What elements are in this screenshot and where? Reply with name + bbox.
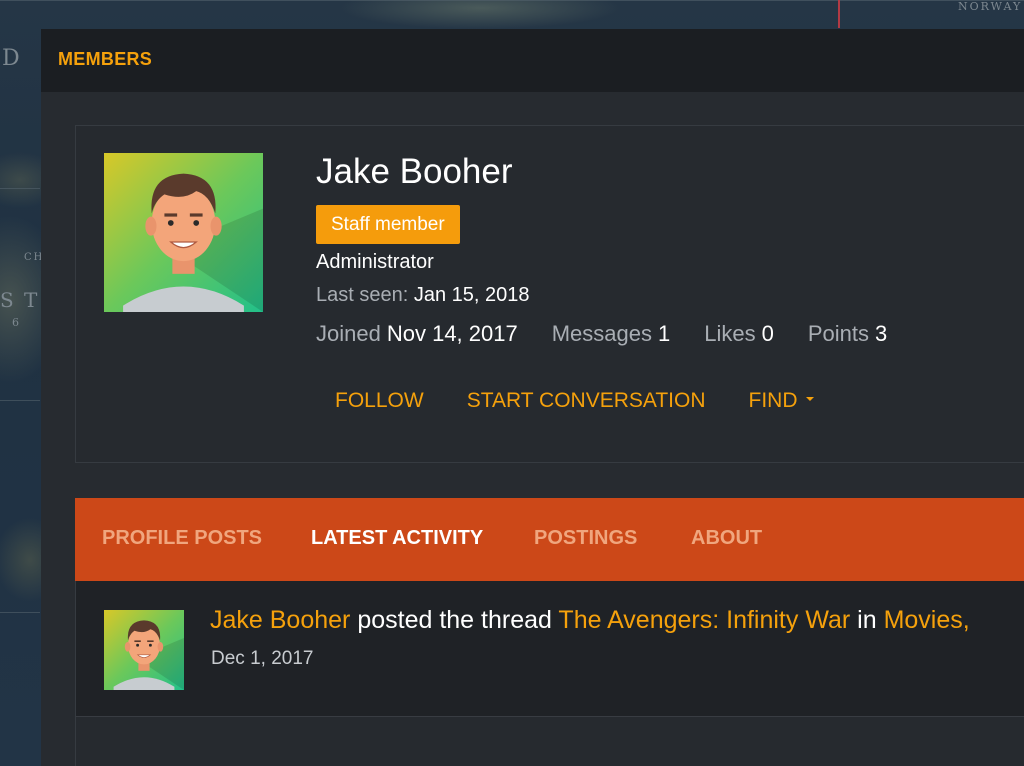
stat-joined: Joined Nov 14, 2017 bbox=[316, 321, 518, 347]
members-window: MEMBERS Jake Booher Staff member Adminis… bbox=[41, 29, 1024, 766]
map-border-line bbox=[838, 0, 840, 28]
activity-item: Jake Booher posted the thread The Avenge… bbox=[75, 581, 1024, 717]
tab-latest-activity[interactable]: LATEST ACTIVITY bbox=[311, 527, 483, 550]
avatar[interactable] bbox=[104, 153, 263, 312]
profile-actions: FOLLOW START CONVERSATION FIND bbox=[335, 389, 857, 413]
stat-label: Joined bbox=[316, 321, 381, 346]
stat-value: Nov 14, 2017 bbox=[386, 321, 518, 346]
staff-badge: Staff member bbox=[316, 205, 460, 244]
tab-about[interactable]: ABOUT bbox=[691, 527, 762, 550]
map-grid-line bbox=[0, 612, 40, 613]
profile-card: Jake Booher Staff member Administrator L… bbox=[75, 125, 1024, 463]
map-grid-line bbox=[0, 0, 1024, 1]
map-grid-line bbox=[0, 188, 40, 189]
last-seen-value: Jan 15, 2018 bbox=[413, 284, 530, 306]
find-label: FIND bbox=[748, 389, 798, 412]
profile-tabs: PROFILE POSTS LATEST ACTIVITY POSTINGS A… bbox=[75, 498, 1024, 581]
activity-user-link[interactable]: Jake Booher bbox=[210, 606, 350, 634]
map-label: S T bbox=[0, 288, 40, 312]
user-role: Administrator bbox=[316, 251, 434, 273]
tab-profile-posts[interactable]: PROFILE POSTS bbox=[102, 527, 262, 550]
window-header: MEMBERS bbox=[41, 29, 1024, 92]
stat-likes[interactable]: Likes 0 bbox=[704, 321, 774, 347]
activity-date: Dec 1, 2017 bbox=[211, 648, 314, 669]
stat-points[interactable]: Points 3 bbox=[808, 321, 887, 347]
stat-value: 1 bbox=[658, 321, 671, 346]
follow-button[interactable]: FOLLOW bbox=[335, 389, 424, 413]
forum-link[interactable]: Movies, bbox=[884, 606, 970, 634]
profile-stats: Joined Nov 14, 2017 Messages 1 Likes 0 Poin… bbox=[316, 321, 921, 347]
window-title: MEMBERS bbox=[58, 49, 153, 69]
thread-link[interactable]: The Avengers: Infinity War bbox=[558, 606, 850, 634]
stat-label: Points bbox=[807, 321, 870, 346]
activity-list-footer bbox=[75, 717, 1024, 766]
activity-verb: posted the thread bbox=[350, 606, 559, 634]
profile-name: Jake Booher bbox=[316, 152, 513, 191]
map-label: D bbox=[2, 46, 22, 71]
map-label: NORWAY bbox=[958, 0, 1023, 13]
activity-avatar[interactable] bbox=[104, 610, 184, 690]
activity-in: in bbox=[850, 606, 884, 634]
map-grid-line bbox=[0, 400, 40, 401]
last-seen: Last seen: Jan 15, 2018 bbox=[316, 284, 530, 307]
stat-messages[interactable]: Messages 1 bbox=[552, 321, 671, 347]
stat-value: 0 bbox=[761, 321, 774, 346]
stat-label: Likes bbox=[704, 321, 756, 346]
activity-text: Jake Booher posted the thread The Avenge… bbox=[210, 606, 970, 635]
find-dropdown[interactable]: FIND bbox=[749, 389, 814, 413]
start-conversation-button[interactable]: START CONVERSATION bbox=[467, 389, 706, 413]
tab-postings[interactable]: POSTINGS bbox=[534, 527, 637, 550]
avatar-image bbox=[104, 610, 184, 690]
map-label: 6 bbox=[12, 316, 21, 329]
last-seen-label: Last seen: bbox=[316, 284, 409, 306]
avatar-image bbox=[104, 153, 263, 312]
chevron-down-icon bbox=[805, 397, 814, 402]
stat-label: Messages bbox=[551, 321, 652, 346]
stat-value: 3 bbox=[875, 321, 888, 346]
